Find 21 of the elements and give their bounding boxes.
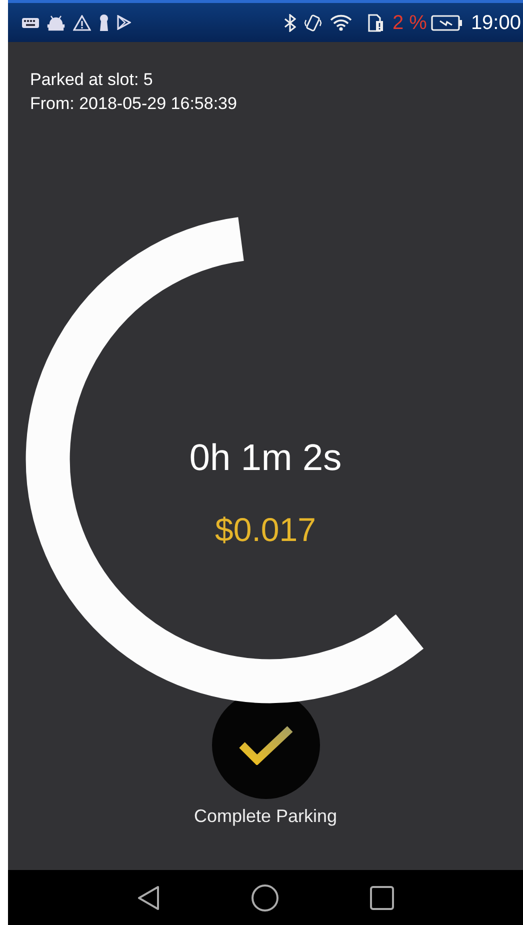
clock-time: 19:00 <box>470 10 521 36</box>
check-icon <box>238 725 292 765</box>
wifi-icon <box>330 14 352 31</box>
parked-slot-text: Parked at slot: 5 <box>30 69 154 91</box>
home-icon[interactable] <box>250 884 278 912</box>
android-icon <box>47 14 65 30</box>
play-icon <box>117 15 131 30</box>
parked-from-text: From: 2018-05-29 16:58:39 <box>30 93 238 115</box>
parking-cost: $0.017 <box>215 510 316 550</box>
sim-icon <box>368 14 384 32</box>
complete-parking-label: Complete Parking <box>194 805 338 828</box>
keyboard-icon <box>22 16 39 28</box>
battery-icon <box>430 14 463 30</box>
keyhole-icon <box>99 14 109 31</box>
vibrate-icon <box>304 14 322 32</box>
elapsed-time: 0h 1m 2s <box>189 436 342 480</box>
bluetooth-icon <box>284 14 296 32</box>
battery-percent: 2 % <box>392 10 427 36</box>
back-icon[interactable] <box>136 884 160 910</box>
warning-icon <box>73 14 91 30</box>
recent-apps-icon[interactable] <box>368 884 394 910</box>
